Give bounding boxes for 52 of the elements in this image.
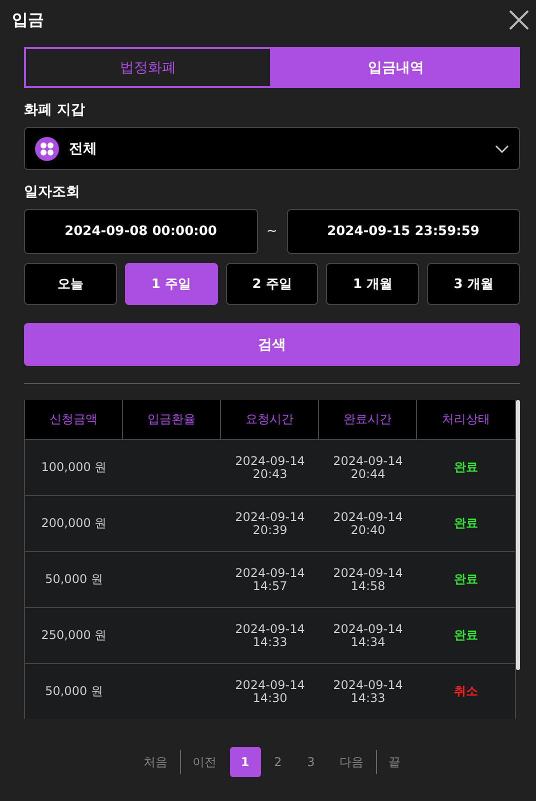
request-time-cell: 2024-09-14 14:30	[235, 678, 305, 704]
page-button[interactable]: 1	[230, 747, 260, 777]
column-header: 신청금액	[50, 411, 98, 428]
complete-time-cell: 2024-09-14 20:40	[333, 510, 403, 536]
page-button[interactable]: 3	[296, 747, 326, 777]
request-time-cell: 2024-09-14 20:39	[235, 510, 305, 536]
search-button[interactable]: 검색	[24, 323, 520, 366]
status-text: 완료	[454, 461, 478, 474]
status-text: 완료	[454, 629, 478, 642]
status-text: 완료	[454, 517, 478, 530]
first-page-link[interactable]: 처음	[132, 747, 180, 777]
last-page-link[interactable]: 끝	[376, 747, 412, 777]
scrollbar[interactable]	[516, 400, 520, 670]
tab[interactable]: 입금내역	[272, 47, 520, 88]
request-time-cell: 2024-09-14 20:43	[235, 454, 305, 480]
date-separator: ~	[266, 224, 278, 239]
dialog-title: 입금	[12, 10, 44, 30]
previous-page-link[interactable]: 이전	[180, 747, 228, 777]
amount-cell: 100,000 원	[41, 461, 107, 474]
end-date-field[interactable]: 2024-09-15 23:59:59	[286, 209, 520, 254]
wallet-dropdown[interactable]: 전체	[24, 127, 520, 170]
page-button[interactable]: 2	[262, 747, 294, 777]
next-page-link[interactable]: 다음	[328, 747, 376, 777]
complete-time-cell: 2024-09-14 14:33	[333, 678, 403, 704]
wallet-label: 화폐 지갑	[24, 101, 86, 119]
amount-cell: 200,000 원	[41, 517, 107, 530]
period-button[interactable]: 3 개월	[427, 263, 520, 305]
column-header: 요청시간	[246, 411, 294, 428]
status-text: 취소	[454, 685, 478, 698]
close-button[interactable]	[508, 9, 530, 31]
tab[interactable]: 법정화폐	[24, 47, 272, 88]
column-header: 완료시간	[344, 411, 392, 428]
close-icon	[508, 9, 530, 31]
period-button[interactable]: 2 주일	[226, 263, 318, 305]
status-text: 완료	[454, 573, 478, 586]
column-header: 처리상태	[442, 411, 490, 428]
amount-cell: 250,000 원	[41, 629, 107, 642]
amount-cell: 50,000 원	[45, 685, 103, 698]
date-label: 일자조회	[24, 183, 81, 201]
complete-time-cell: 2024-09-14 20:44	[333, 454, 403, 480]
wallet-icon	[35, 136, 59, 160]
start-date-field[interactable]: 2024-09-08 00:00:00	[24, 209, 258, 254]
complete-time-cell: 2024-09-14 14:34	[333, 622, 403, 648]
period-button[interactable]: 오늘	[24, 263, 117, 305]
amount-cell: 50,000 원	[45, 573, 103, 586]
chevron-down-icon	[495, 144, 509, 152]
period-button[interactable]: 1 주일	[124, 263, 218, 305]
period-button[interactable]: 1 개월	[326, 263, 420, 305]
column-header: 입금환율	[148, 411, 196, 428]
complete-time-cell: 2024-09-14 14:58	[333, 566, 403, 592]
request-time-cell: 2024-09-14 14:57	[235, 566, 305, 592]
request-time-cell: 2024-09-14 14:33	[235, 622, 305, 648]
